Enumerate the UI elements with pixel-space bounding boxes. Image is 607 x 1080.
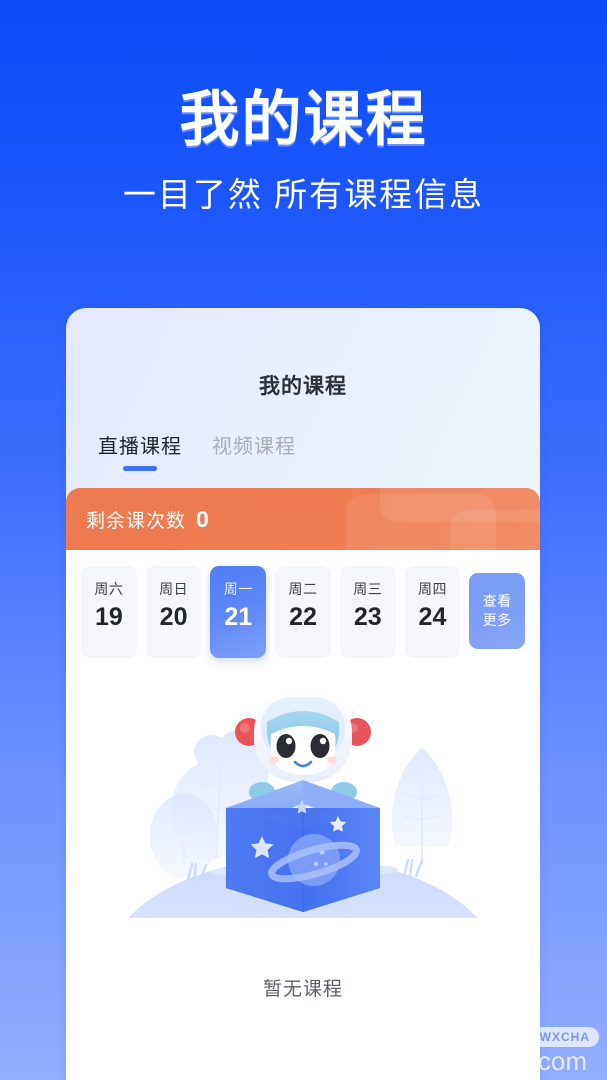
tab-video-courses[interactable]: 视频课程 [212, 430, 296, 471]
view-more-line2: 更多 [482, 612, 512, 628]
watermark-right-group: WXCHA .com [530, 1027, 599, 1074]
view-more-line1: 查看 [482, 593, 512, 609]
date-pill-number: 20 [159, 603, 188, 631]
date-pill-dow: 周一 [223, 581, 253, 597]
date-pill-dow: 周二 [288, 581, 318, 597]
remaining-lessons-count: 0 [196, 505, 209, 532]
banner-text-group: 剩余课次数 0 [86, 506, 209, 533]
tab-live-courses-label: 直播课程 [98, 436, 182, 458]
card-body: 周六 19 周日 20 周一 21 周二 22 周三 23 周四 24 查看 更… [66, 550, 540, 1080]
watermark-badge: WXCHA [530, 1027, 599, 1047]
date-pill-dow: 周四 [417, 581, 447, 597]
date-pill-20[interactable]: 周日 20 [145, 566, 202, 658]
view-more-button[interactable]: 查看 更多 [469, 573, 526, 649]
tab-bar: 直播课程 视频课程 [98, 430, 296, 471]
empty-state-text: 暂无课程 [262, 979, 343, 1000]
hero-section: 我的课程 一目了然 所有课程信息 [0, 86, 607, 216]
date-pill-23[interactable]: 周三 23 [339, 566, 396, 658]
empty-state: 暂无课程 [66, 668, 540, 1001]
robot-in-box-icon [128, 682, 478, 918]
remaining-lessons-banner: 剩余课次数 0 [66, 488, 540, 550]
card-title: 我的课程 [259, 375, 347, 398]
date-pill-dow: 周三 [353, 581, 383, 597]
date-pill-number: 21 [224, 603, 253, 631]
date-pill-number: 22 [289, 603, 317, 631]
tab-live-courses[interactable]: 直播课程 [98, 430, 182, 471]
page-title: 我的课程 [179, 85, 428, 155]
date-pill-22[interactable]: 周二 22 [275, 566, 331, 658]
banner-decoration-shape [450, 510, 540, 550]
app-screen: 我的课程 一目了然 所有课程信息 我的课程 直播课程 视频课程 剩余课次数 0 [0, 0, 607, 1080]
date-pill-24[interactable]: 周四 24 [404, 566, 461, 658]
tab-video-courses-label: 视频课程 [212, 436, 296, 458]
remaining-lessons-label: 剩余课次数 [86, 510, 187, 532]
date-pill-21-selected[interactable]: 周一 21 [210, 566, 267, 658]
course-card: 我的课程 直播课程 视频课程 剩余课次数 0 周六 19 周日 20 周一 21… [66, 308, 540, 1080]
page-subtitle: 一目了然 所有课程信息 [122, 176, 485, 213]
date-pill-number: 24 [418, 603, 447, 631]
date-pill-dow: 周日 [159, 581, 189, 597]
date-pill-number: 19 [94, 603, 123, 631]
date-pill-number: 23 [353, 603, 382, 631]
date-pill-19[interactable]: 周六 19 [81, 566, 137, 658]
date-pill-dow: 周六 [94, 581, 124, 597]
card-header: 我的课程 直播课程 视频课程 [66, 308, 540, 488]
date-selector: 周六 19 周日 20 周一 21 周二 22 周三 23 周四 24 查看 更… [66, 550, 540, 658]
